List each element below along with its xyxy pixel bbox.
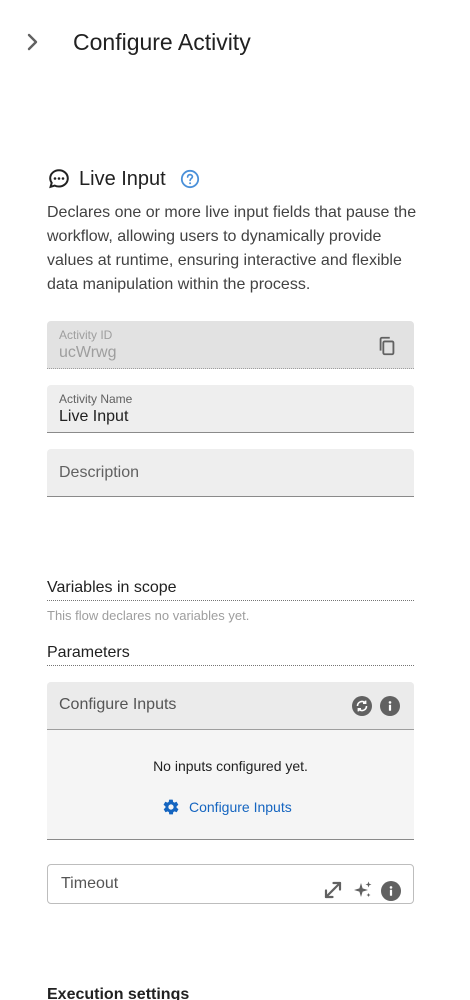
configure-inputs-title: Configure Inputs xyxy=(59,696,177,713)
parameters-section-title: Parameters xyxy=(47,643,414,666)
activity-title: Live Input xyxy=(79,168,166,190)
configure-inputs-header: Configure Inputs xyxy=(47,682,414,730)
activity-id-label: Activity ID xyxy=(59,328,113,342)
activity-id-field: Activity ID ucWrwg xyxy=(47,321,414,369)
activity-name-label: Activity Name xyxy=(59,392,133,406)
sparkle-icon[interactable] xyxy=(353,880,373,900)
timeout-field[interactable]: Timeout xyxy=(47,864,414,904)
activity-description: Declares one or more live input fields t… xyxy=(47,204,417,293)
description-field[interactable]: Description xyxy=(47,449,414,497)
no-inputs-text: No inputs configured yet. xyxy=(153,758,308,774)
collapse-panel-button[interactable] xyxy=(20,28,46,56)
help-circle-icon[interactable] xyxy=(180,169,200,189)
page-title: Configure Activity xyxy=(73,29,251,55)
configure-inputs-panel: Configure Inputs No inputs configured ye… xyxy=(47,682,414,840)
variables-empty-text: This flow declares no variables yet. xyxy=(47,608,250,623)
chat-bubble-icon xyxy=(49,169,69,189)
description-placeholder: Description xyxy=(59,464,140,481)
activity-heading: Live Input xyxy=(47,165,200,193)
activity-name-value[interactable]: Live Input xyxy=(59,408,128,426)
info-icon[interactable] xyxy=(380,696,400,716)
timeout-label: Timeout xyxy=(61,875,119,892)
variables-section-title: Variables in scope xyxy=(47,578,414,601)
gear-icon xyxy=(163,799,179,815)
configure-inputs-button-label: Configure Inputs xyxy=(189,799,292,815)
sync-icon[interactable] xyxy=(352,696,372,716)
activity-name-field[interactable]: Activity Name Live Input xyxy=(47,385,414,433)
copy-icon[interactable] xyxy=(376,335,398,357)
execution-settings-title: Execution settings xyxy=(47,986,190,1000)
header: Configure Activity xyxy=(0,0,470,84)
expand-icon[interactable] xyxy=(323,880,343,900)
activity-id-value: ucWrwg xyxy=(59,344,117,361)
configure-inputs-button[interactable]: Configure Inputs xyxy=(162,798,292,816)
chevron-right-icon xyxy=(27,33,38,51)
info-icon[interactable] xyxy=(381,881,401,901)
